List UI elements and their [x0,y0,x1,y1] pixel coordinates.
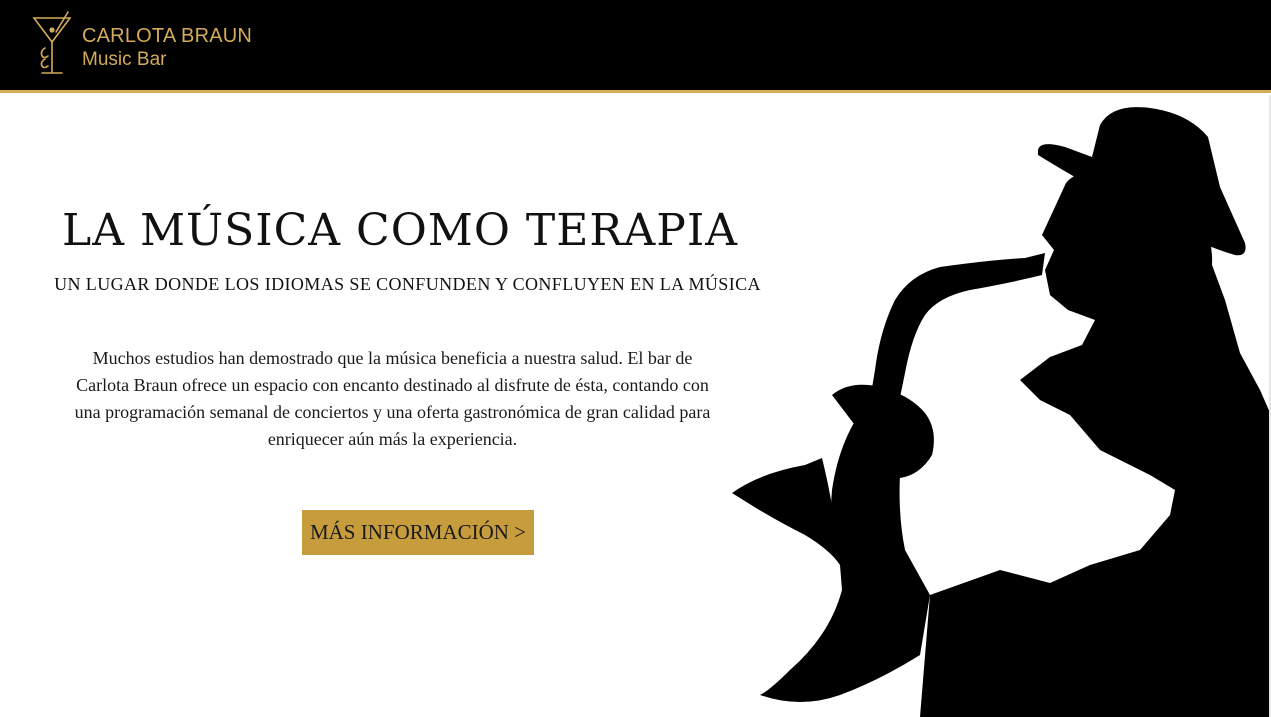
hero-title: LA MÚSICA COMO TERAPIA [61,205,739,256]
hero-description: Muchos estudios han demostrado que la mú… [74,348,711,449]
brand-name: CARLOTA BRAUN [82,25,253,47]
brand-subtitle: Music Bar [82,49,167,70]
hero-subtitle: UN LUGAR DONDE LOS IDIOMAS SE CONFUNDEN … [54,274,761,294]
saxophone-player-silhouette-icon [732,107,1271,717]
brand[interactable]: CARLOTA BRAUN Music Bar [82,24,252,72]
site-header: CARLOTA BRAUN Music Bar [0,0,1271,93]
cocktail-glass-icon[interactable] [30,10,74,78]
more-info-button[interactable]: MÁS INFORMACIÓN > [302,510,534,555]
